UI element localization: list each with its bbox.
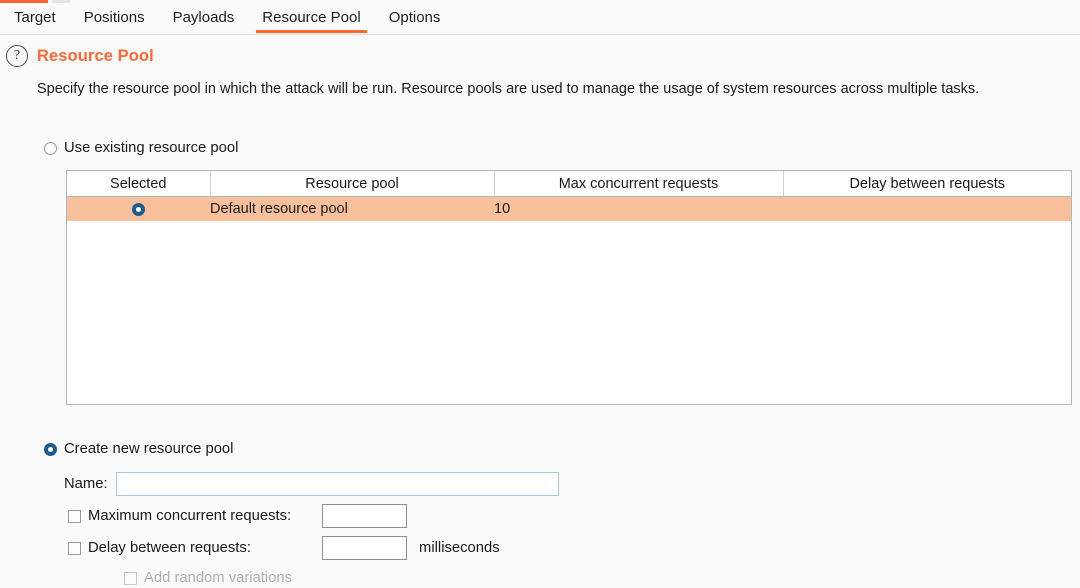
tab-positions-label: Positions [83,9,145,26]
checkbox-delay-label: Delay between requests: [88,540,251,556]
question-mark-glyph: ? [13,48,21,63]
checkbox-maximum-concurrent-label: Maximum concurrent requests: [88,508,292,524]
checkbox-delay-between-requests[interactable]: Delay between requests: [68,540,251,556]
table-row-resource-pool: Default resource pool [210,196,494,221]
tab-target[interactable]: Target [0,3,70,33]
table-row-max-concurrent: 10 [494,196,783,221]
table-row-selected-cell[interactable] [67,196,210,221]
column-header-delay-between-requests[interactable]: Delay between requests [783,171,1071,197]
tab-payloads-label: Payloads [172,9,235,26]
column-header-selected[interactable]: Selected [67,171,211,197]
table-header-row: Selected Resource pool Max concurrent re… [67,171,1071,197]
radio-create-new-resource-pool[interactable]: Create new resource pool [44,441,233,457]
page-header: ? Resource Pool [6,45,154,67]
tab-resource-pool[interactable]: Resource Pool [248,3,374,33]
name-field-row: Name: [64,472,559,496]
name-label: Name: [64,476,108,492]
tab-options[interactable]: Options [375,3,455,33]
checkbox-maximum-concurrent-indicator[interactable] [68,509,81,523]
radio-create-new-indicator[interactable] [44,442,57,456]
tab-payloads[interactable]: Payloads [159,3,249,33]
tab-options-label: Options [388,9,441,26]
resource-pool-table: Selected Resource pool Max concurrent re… [66,170,1072,405]
column-header-max-concurrent-requests[interactable]: Max concurrent requests [494,171,784,197]
input-maximum-concurrent-requests[interactable] [322,504,407,528]
tab-resource-pool-label: Resource Pool [262,9,361,26]
column-header-resource-pool[interactable]: Resource pool [210,171,495,197]
table-row[interactable]: Default resource pool 10 [67,196,1071,221]
checkbox-add-random-variations-label: Add random variations [144,570,293,586]
checkbox-add-random-variations-indicator [124,571,137,585]
tab-positions[interactable]: Positions [70,3,159,33]
name-input[interactable] [115,472,559,496]
page-title: Resource Pool [37,46,154,65]
table-row-radio[interactable] [132,202,145,216]
radio-use-existing-label: Use existing resource pool [64,140,239,156]
input-delay-between-requests[interactable] [322,536,407,560]
question-mark-icon[interactable]: ? [6,45,28,67]
radio-use-existing-indicator[interactable] [44,141,57,155]
checkbox-delay-indicator[interactable] [68,541,81,555]
tab-target-label: Target [14,9,56,26]
tab-bar: Target Positions Payloads Resource Pool … [0,3,1080,35]
table-row-delay [783,196,1071,221]
milliseconds-unit-label: milliseconds [419,540,500,556]
radio-create-new-label: Create new resource pool [64,441,234,457]
radio-use-existing-resource-pool[interactable]: Use existing resource pool [44,140,238,156]
checkbox-maximum-concurrent-requests[interactable]: Maximum concurrent requests: [68,508,291,524]
checkbox-add-random-variations: Add random variations [124,570,292,586]
page-description: Specify the resource pool in which the a… [37,81,980,97]
